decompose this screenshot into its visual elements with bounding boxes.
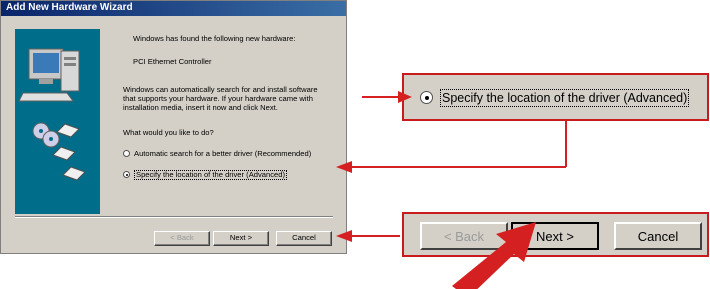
pointer-arrow-icon: [452, 222, 536, 289]
arrow-left-icon: [336, 161, 352, 173]
arrow-right-icon: [398, 91, 412, 103]
annotation-arrows: [336, 91, 567, 289]
arrow-left-icon: [336, 230, 352, 242]
